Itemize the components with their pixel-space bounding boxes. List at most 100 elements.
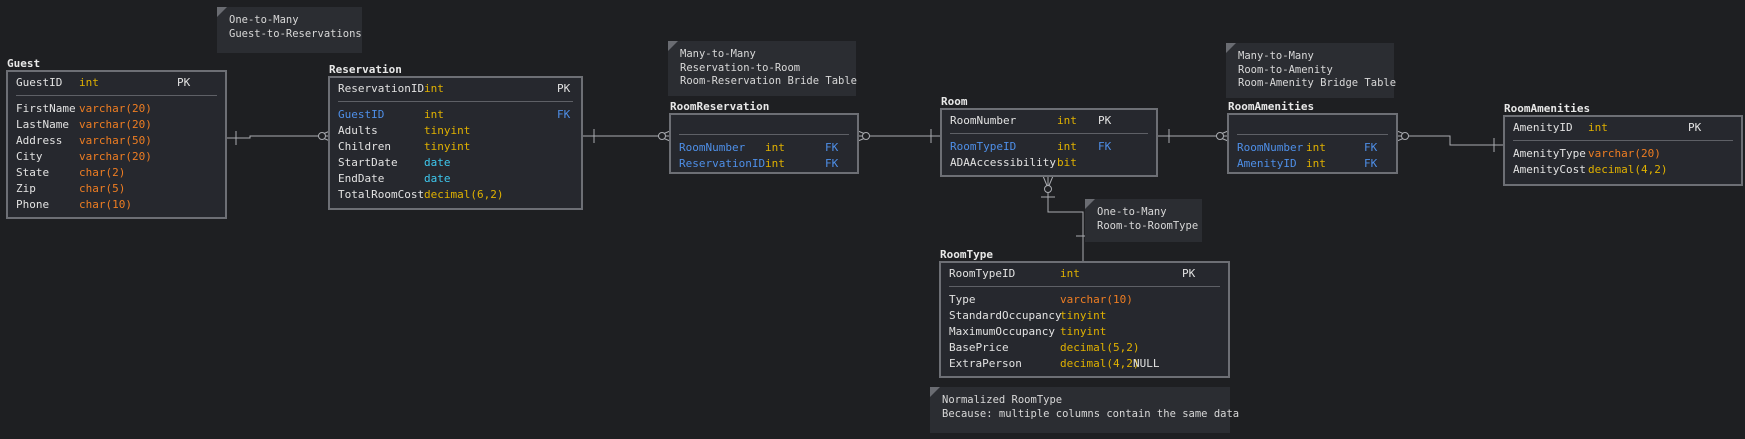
room-table[interactable]: Room RoomNumber int PK RoomTypeID int FK ADAAcc… [940, 95, 1158, 177]
table-body: RoomNumber int PK RoomTypeID int FK ADAAccessi… [940, 108, 1158, 177]
guest-table[interactable]: Guest GuestID int PK FirstName varchar(20) Las… [6, 57, 227, 219]
key-badge: FK [825, 157, 839, 170]
key-badge: FK [1364, 141, 1378, 154]
key-badge: FK [825, 141, 839, 154]
column-type: bit [1057, 156, 1077, 169]
column-type: decimal(4,2) [1588, 163, 1668, 176]
reservation-table[interactable]: Reservation ReservationID int PK GuestID int F… [328, 63, 583, 210]
column-type: int [765, 157, 785, 170]
key-badge: PK [557, 82, 571, 95]
column-name: EndDate [338, 172, 385, 185]
column-type: varchar(20) [79, 150, 152, 163]
table-row[interactable]: RoomNumber int PK [950, 113, 1148, 129]
relation-roomreservation-room [857, 129, 940, 143]
roomamenities-table[interactable]: RoomAmenities AmenityID int PK AmenityType va… [1503, 102, 1743, 186]
column-type: decimal(6,2) [424, 188, 504, 201]
table-row[interactable]: StartDate date [338, 155, 573, 171]
key-section: RoomNumber int PK [950, 113, 1148, 134]
column-name: ReservationID [338, 82, 425, 95]
column-type: tinyint [1060, 325, 1107, 338]
table-row[interactable]: RoomNumber int FK [679, 140, 849, 156]
table-row[interactable]: GuestID int PK [16, 75, 217, 91]
key-badge: FK [557, 108, 571, 121]
table-row[interactable]: City varchar(20) [16, 149, 217, 165]
roomtype-table[interactable]: RoomType RoomTypeID int PK Type varchar(10) St… [939, 248, 1230, 378]
key-badge: PK [1098, 114, 1112, 127]
table-row[interactable]: TotalRoomCost decimal(6,2) [338, 187, 573, 203]
table-row[interactable]: EndDate date [338, 171, 573, 187]
table-body: AmenityID int PK AmenityType varchar(20) Amen… [1503, 115, 1743, 186]
key-section: AmenityID int PK [1513, 120, 1733, 141]
column-name: City [16, 150, 43, 163]
table-row[interactable]: RoomNumber int FK [1237, 140, 1388, 156]
table-row[interactable]: RoomTypeID int FK [950, 139, 1148, 155]
column-section: Type varchar(10) StandardOccupancy tinyint M… [949, 292, 1220, 372]
table-row[interactable]: Adults tinyint [338, 123, 573, 139]
roomamenities-bridge-table[interactable]: RoomAmenities RoomNumber int FK AmenityID int… [1227, 100, 1398, 174]
table-row[interactable]: StandardOccupancy tinyint [949, 308, 1220, 324]
table-row[interactable]: Zip char(5) [16, 181, 217, 197]
column-type: int [79, 76, 99, 89]
column-type: decimal(5,2) [1060, 341, 1140, 354]
table-row[interactable]: Address varchar(50) [16, 133, 217, 149]
table-row[interactable]: BasePrice decimal(5,2) [949, 340, 1220, 356]
note-line: Many-to-Many [680, 48, 756, 60]
table-row[interactable]: Type varchar(10) [949, 292, 1220, 308]
note-guest-reservation: One-to-Many Guest-to-Reservations [217, 7, 362, 53]
table-row[interactable]: ExtraPerson decimal(4,2) NULL [949, 356, 1220, 372]
note-fold-icon [668, 41, 678, 51]
column-name: FirstName [16, 102, 76, 115]
table-row[interactable]: ReservationID int FK [679, 156, 849, 172]
column-name: RoomTypeID [949, 267, 1016, 280]
key-section [679, 118, 849, 135]
key-badge: PK [1182, 267, 1196, 280]
column-type: char(10) [79, 198, 132, 211]
column-name: StartDate [338, 156, 398, 169]
column-name: ADAAccessibility [950, 156, 1056, 169]
column-section: RoomNumber int FK AmenityID int FK [1237, 140, 1388, 172]
table-row[interactable]: RoomTypeID int PK [949, 266, 1220, 282]
table-row[interactable]: ReservationID int PK [338, 81, 573, 97]
key-section: ReservationID int PK [338, 81, 573, 102]
column-name: GuestID [16, 76, 63, 89]
table-row[interactable]: ADAAccessibility bit [950, 155, 1148, 171]
table-row[interactable]: AmenityType varchar(20) [1513, 146, 1733, 162]
note-normalized-roomtype: Normalized RoomType Because: multiple col… [930, 387, 1239, 433]
column-section: RoomNumber int FK ReservationID int FK [679, 140, 849, 172]
key-section: GuestID int PK [16, 75, 217, 96]
column-name: AmenityCost [1513, 163, 1586, 176]
table-row[interactable]: State char(2) [16, 165, 217, 181]
key-section [1237, 118, 1388, 135]
note-fold-icon [217, 7, 227, 17]
table-row[interactable]: LastName varchar(20) [16, 117, 217, 133]
table-row[interactable]: AmenityID int PK [1513, 120, 1733, 136]
table-title: RoomAmenities [1504, 102, 1591, 115]
table-row[interactable]: AmenityID int FK [1237, 156, 1388, 172]
column-name: ReservationID [679, 157, 766, 170]
column-type: tinyint [1060, 309, 1107, 322]
column-name: RoomNumber [1237, 141, 1304, 154]
table-row[interactable]: GuestID int FK [338, 107, 573, 123]
table-title: RoomAmenities [1228, 100, 1315, 113]
note-reservation-room: Many-to-Many Reservation-to-Room Room-Rese… [668, 41, 857, 96]
column-section: FirstName varchar(20) LastName varchar(20) A… [16, 101, 217, 213]
relation-bridge-amenities [1396, 130, 1503, 152]
column-type: int [765, 141, 785, 154]
relation-reservation-roomreservation [582, 129, 671, 143]
table-row[interactable]: Children tinyint [338, 139, 573, 155]
note-line: Room-to-Amenity [1238, 63, 1333, 76]
table-row[interactable]: MaximumOccupancy tinyint [949, 324, 1220, 340]
column-name: Children [338, 140, 391, 153]
column-section: RoomTypeID int FK ADAAccessibility bit [950, 139, 1148, 171]
note-room-amenity: Many-to-Many Room-to-Amenity Room-Amenity … [1226, 43, 1396, 98]
column-type: varchar(20) [79, 118, 152, 131]
table-row[interactable]: AmenityCost decimal(4,2) [1513, 162, 1733, 178]
roomreservation-table[interactable]: RoomReservation RoomNumber int FK Reservatio… [669, 100, 859, 174]
column-name: ExtraPerson [949, 357, 1022, 370]
table-row[interactable]: FirstName varchar(20) [16, 101, 217, 117]
column-name: State [16, 166, 50, 179]
note-fold-icon [930, 387, 940, 397]
table-row[interactable]: Phone char(10) [16, 197, 217, 213]
column-type: char(2) [79, 166, 126, 179]
column-name: BasePrice [949, 341, 1009, 354]
